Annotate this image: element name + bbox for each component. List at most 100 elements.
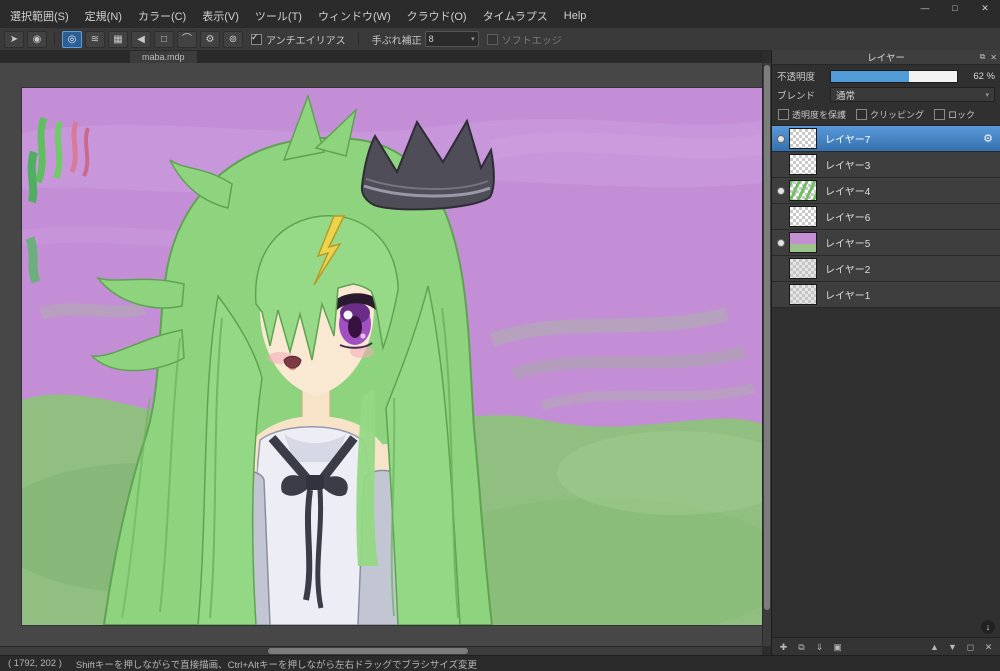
menu-item-ruler[interactable]: 定規(N) xyxy=(77,5,130,27)
tab-strip: maba.mdp xyxy=(0,51,762,63)
add-layer-icon[interactable]: ✚ xyxy=(776,640,791,654)
snap-extra-tool-icon[interactable]: ⊚ xyxy=(223,30,243,48)
close-button[interactable]: ✕ xyxy=(970,0,1000,16)
antialias-option[interactable]: アンチエイリアス xyxy=(251,32,346,47)
snap-rect-tool-icon[interactable]: □ xyxy=(154,30,174,48)
toolbar-separator xyxy=(54,32,55,46)
layer-name: レイヤー2 xyxy=(825,265,871,276)
layer-visibility-toggle[interactable] xyxy=(772,162,789,168)
layer-settings-gear-icon[interactable]: ⚙ xyxy=(983,132,993,145)
menu-item-cloud[interactable]: クラウド(O) xyxy=(399,5,475,27)
layer-row[interactable]: レイヤー4 ⚙ xyxy=(772,178,1000,204)
layers-panel-header: レイヤー ⧉ ✕ xyxy=(772,50,1000,65)
layer-thumbnail xyxy=(789,154,817,175)
vertical-scrollbar-thumb[interactable] xyxy=(764,65,770,610)
delete-layer-icon[interactable]: ✕ xyxy=(981,640,996,654)
snap-parallel-tool-icon[interactable]: ≋ xyxy=(85,30,105,48)
layer-visibility-toggle[interactable] xyxy=(772,214,789,220)
softedge-label: ソフトエッジ xyxy=(501,35,562,47)
status-hint: Shiftキーを押しながらで直接描画、Ctrl+Altキーを押しながら左右ドラッ… xyxy=(75,659,478,671)
menu-item-tool[interactable]: ツール(T) xyxy=(247,5,310,27)
clipping-checkbox[interactable] xyxy=(856,109,868,120)
layer-visibility-toggle[interactable] xyxy=(772,266,789,272)
menu-item-help[interactable]: Help xyxy=(556,7,595,25)
layer-visibility-toggle[interactable] xyxy=(772,239,789,246)
snap-settings-icon[interactable]: ⚙ xyxy=(200,30,220,48)
canvas-area[interactable] xyxy=(0,63,762,646)
scroll-bottom-icon[interactable]: ↓ xyxy=(981,620,995,634)
lock-checkbox[interactable] xyxy=(934,109,946,120)
vertical-scrollbar[interactable] xyxy=(762,63,771,646)
move-layer-up-icon[interactable]: ▲ xyxy=(927,640,942,654)
stabilizer-label: 手ぶれ補正 xyxy=(371,35,422,47)
pointer-tool-icon[interactable]: ➤ xyxy=(4,30,24,48)
document-tab[interactable]: maba.mdp xyxy=(130,51,197,63)
horizontal-scrollbar[interactable] xyxy=(0,646,762,655)
snap-grid-tool-icon[interactable]: ▦ xyxy=(108,30,128,48)
clear-layer-icon[interactable]: ◻ xyxy=(963,640,978,654)
move-layer-down-icon[interactable]: ▼ xyxy=(945,640,960,654)
layer-thumbnail xyxy=(789,128,817,149)
brush-preview-icon[interactable]: ◉ xyxy=(27,30,47,48)
snap-off-tool-icon[interactable]: ◎ xyxy=(62,30,82,48)
softedge-checkbox[interactable] xyxy=(486,33,498,45)
minimize-button[interactable]: — xyxy=(910,0,940,16)
duplicate-layer-icon[interactable]: ⧉ xyxy=(794,640,809,654)
menu-item-window[interactable]: ウィンドウ(W) xyxy=(310,5,399,27)
layer-name: レイヤー7 xyxy=(825,135,871,146)
opacity-slider[interactable] xyxy=(830,69,958,83)
protect-alpha-checkbox[interactable] xyxy=(778,109,789,120)
layer-row[interactable]: レイヤー3 ⚙ xyxy=(772,152,1000,178)
toolbar-separator xyxy=(357,32,359,46)
menu-item-timelapse[interactable]: タイムラプス xyxy=(475,5,556,27)
layer-options-row: 透明度を保護 クリッピング ロック xyxy=(772,104,1000,126)
clipping-option[interactable]: クリッピング xyxy=(856,108,924,121)
layer-row[interactable]: レイヤー5 ⚙ xyxy=(772,230,1000,256)
protect-alpha-option[interactable]: 透明度を保護 xyxy=(778,108,846,121)
blend-mode-value: 通常 xyxy=(836,90,856,102)
blend-label: ブレンド xyxy=(777,90,816,102)
canvas-artwork[interactable] xyxy=(21,87,762,626)
stabilizer-dropdown[interactable]: 8 ▾ xyxy=(424,31,479,47)
horizontal-scrollbar-thumb[interactable] xyxy=(268,648,468,654)
layer-list: レイヤー7 ⚙ レイヤー3 ⚙ レイヤー4 ⚙ レイヤー6 ⚙ xyxy=(772,126,1000,308)
float-panel-icon[interactable]: ⧉ xyxy=(980,52,986,62)
add-folder-icon[interactable]: ▣ xyxy=(830,640,845,654)
blend-mode-select[interactable]: 通常 ▾ xyxy=(830,87,995,102)
merge-layer-icon[interactable]: ⇓ xyxy=(812,640,827,654)
blend-row: ブレンド 通常 ▾ xyxy=(772,85,1000,104)
snap-curve-tool-icon[interactable]: ⌒ xyxy=(177,30,197,48)
menu-item-view[interactable]: 表示(V) xyxy=(194,5,247,27)
opacity-value: 62 % xyxy=(973,70,995,82)
stabilizer-value: 8 xyxy=(428,34,434,44)
lock-option[interactable]: ロック xyxy=(934,108,975,121)
layer-name: レイヤー6 xyxy=(825,213,871,224)
layer-row[interactable]: レイヤー6 ⚙ xyxy=(772,204,1000,230)
layer-row[interactable]: レイヤー1 ⚙ xyxy=(772,282,1000,308)
snap-vanishing-point-tool-icon[interactable]: ◀ xyxy=(131,30,151,48)
menu-item-color[interactable]: カラー(C) xyxy=(130,5,194,27)
opacity-slider-fill xyxy=(831,70,910,82)
layers-panel: レイヤー ⧉ ✕ 不透明度 62 % ブレンド 通常 ▾ 透明度を保護 クリッピ… xyxy=(771,50,1000,656)
layer-row[interactable]: レイヤー7 ⚙ xyxy=(772,126,1000,152)
window-controls: — □ ✕ xyxy=(910,0,1000,16)
toolbar: ➤ ◉ ◎ ≋ ▦ ◀ □ ⌒ ⚙ ⊚ アンチエイリアス 手ぶれ補正 8 ▾ ソ… xyxy=(0,28,1000,51)
layer-row[interactable]: レイヤー2 ⚙ xyxy=(772,256,1000,282)
menu-item-select[interactable]: 選択範囲(S) xyxy=(2,5,77,27)
close-panel-icon[interactable]: ✕ xyxy=(990,53,997,62)
eye-icon xyxy=(777,135,784,142)
status-bar: ( 1792, 202 ) Shiftキーを押しながらで直接描画、Ctrl+Al… xyxy=(0,655,1000,671)
layer-visibility-toggle[interactable] xyxy=(772,187,789,194)
layer-visibility-toggle[interactable] xyxy=(772,135,789,142)
maximize-button[interactable]: □ xyxy=(940,0,970,16)
paint-app-window: 選択範囲(S) 定規(N) カラー(C) 表示(V) ツール(T) ウィンドウ(… xyxy=(0,0,1000,671)
antialias-checkbox[interactable] xyxy=(251,32,262,45)
layers-panel-title: レイヤー xyxy=(867,53,905,64)
softedge-option[interactable]: ソフトエッジ xyxy=(486,32,562,47)
artwork-illustration xyxy=(22,88,762,625)
chevron-down-icon: ▾ xyxy=(471,36,475,43)
lock-label: ロック xyxy=(948,110,976,120)
opacity-row: 不透明度 62 % xyxy=(772,65,1000,85)
layer-visibility-toggle[interactable] xyxy=(772,292,789,298)
layer-name: レイヤー1 xyxy=(825,291,871,302)
